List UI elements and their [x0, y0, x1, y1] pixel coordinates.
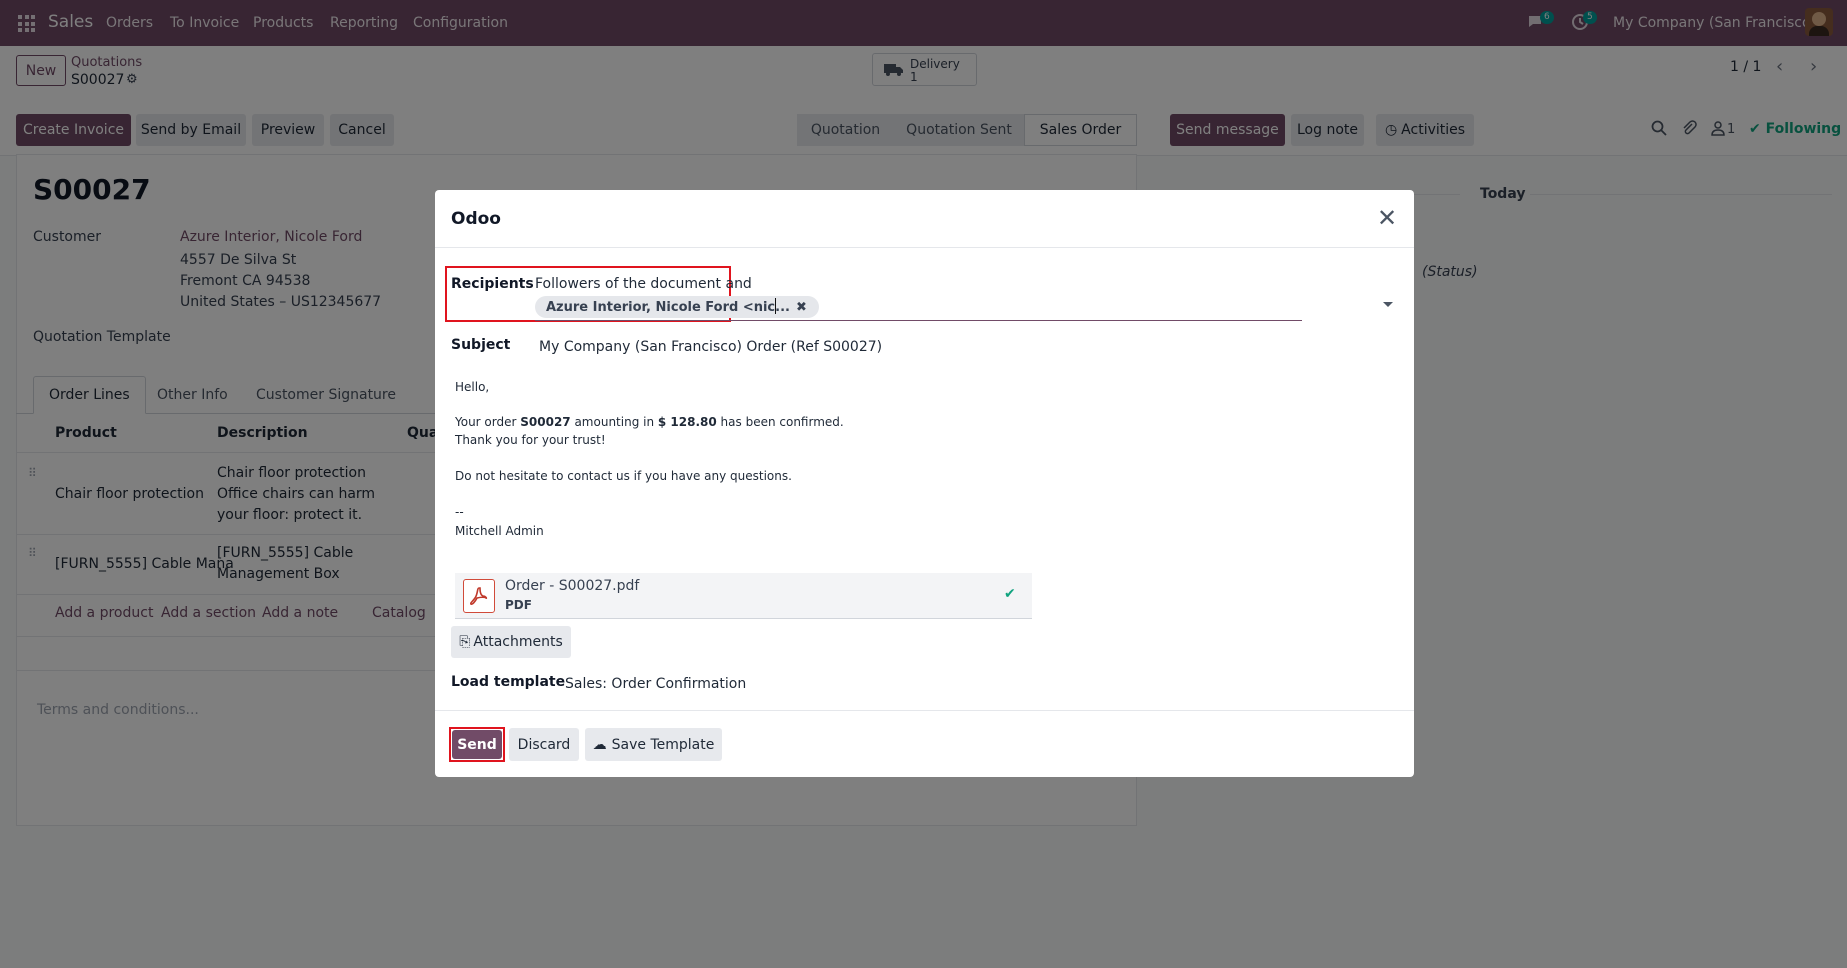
load-template-label: Load template — [451, 674, 566, 690]
recipient-tag-label: Azure Interior, Nicole Ford <nic... — [546, 299, 790, 315]
send-email-dialog: Odoo ✕ Recipients Followers of the docum… — [435, 190, 1414, 777]
cloud-upload-icon: ☁ — [592, 736, 607, 753]
check-icon: ✔ — [1004, 586, 1016, 602]
send-button[interactable]: Send — [452, 730, 502, 759]
attachment-name: Order - S00027.pdf — [505, 578, 640, 594]
attachment-type: PDF — [505, 598, 532, 612]
body-amount: $ 128.80 — [657, 415, 717, 429]
dialog-title: Odoo — [451, 209, 501, 229]
pdf-icon — [463, 579, 495, 613]
body-text: amounting in — [570, 415, 658, 429]
attachment-card[interactable]: Order - S00027.pdf PDF ✔ — [455, 573, 1032, 619]
close-icon[interactable]: ✕ — [1377, 206, 1397, 230]
body-text: Your order — [455, 415, 521, 429]
dialog-header: Odoo ✕ — [435, 190, 1414, 248]
chevron-down-icon[interactable] — [1383, 302, 1393, 307]
save-template-label: Save Template — [611, 736, 715, 753]
text-cursor — [775, 298, 776, 314]
attachments-label: Attachments — [473, 634, 563, 650]
body-text: has been confirmed. — [716, 415, 844, 429]
subject-input[interactable]: My Company (San Francisco) Order (Ref S0… — [539, 339, 882, 355]
body-thanks[interactable]: Thank you for your trust! — [455, 433, 606, 447]
remove-tag-icon[interactable]: ✖ — [796, 300, 807, 315]
recipients-label: Recipients — [451, 276, 534, 292]
subject-label: Subject — [451, 337, 511, 353]
attachments-button[interactable]: ⎘ Attachments — [451, 626, 571, 658]
body-order-ref: S00027 — [520, 415, 571, 429]
paperclip-icon: ⎘ — [459, 634, 471, 650]
body-greeting[interactable]: Hello, — [455, 380, 489, 394]
recipients-input[interactable] — [535, 320, 1302, 321]
body-order-line[interactable]: Your order S00027 amounting in $ 128.80 … — [455, 415, 844, 429]
discard-button[interactable]: Discard — [509, 728, 579, 761]
body-signature[interactable]: Mitchell Admin — [455, 524, 544, 538]
body-contact[interactable]: Do not hesitate to contact us if you hav… — [455, 469, 792, 483]
recipients-text: Followers of the document and — [535, 276, 752, 292]
body-signature-separator[interactable]: -- — [455, 505, 464, 519]
recipient-tag[interactable]: Azure Interior, Nicole Ford <nic... ✖ — [535, 296, 819, 318]
load-template-select[interactable]: Sales: Order Confirmation — [565, 676, 746, 692]
save-template-button[interactable]: ☁ Save Template — [585, 728, 722, 761]
divider — [435, 710, 1414, 711]
